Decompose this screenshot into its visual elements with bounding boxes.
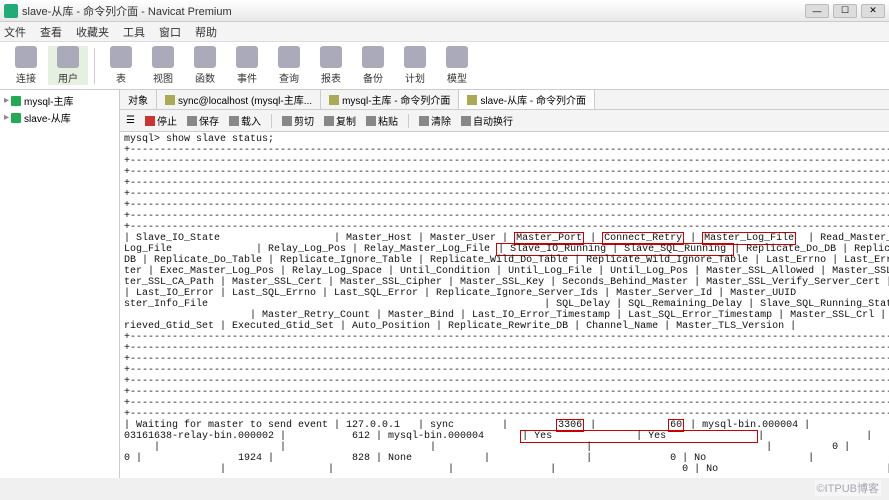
tab-objects[interactable]: 对象	[120, 90, 157, 109]
scissors-icon	[282, 116, 292, 126]
menu-file[interactable]: 文件	[4, 24, 26, 40]
report-icon	[320, 46, 342, 68]
menu-help[interactable]: 帮助	[195, 24, 217, 40]
query-icon	[278, 46, 300, 68]
fx-icon	[194, 46, 216, 68]
tab-bar: 对象 sync@localhost (mysql-主库... mysql-主库 …	[120, 90, 889, 110]
user-icon	[57, 46, 79, 68]
maximize-button[interactable]: ☐	[833, 4, 857, 18]
highlight-slave-running: | Slave_IO_Running | Slave_SQL_Running	[496, 243, 734, 256]
tree-item-slave[interactable]: ▸slave-从库	[2, 109, 117, 126]
minimize-button[interactable]: —	[805, 4, 829, 18]
divider	[408, 114, 409, 128]
chevron-right-icon: ▸	[4, 95, 9, 106]
hamburger-icon[interactable]: ☰	[126, 115, 135, 126]
app-icon	[4, 4, 18, 18]
tool-query[interactable]: 查询	[269, 46, 309, 85]
menu-fav[interactable]: 收藏夹	[76, 24, 109, 40]
highlight-yes-values: | Yes | Yes	[520, 430, 758, 443]
paste-icon	[366, 116, 376, 126]
terminal-icon	[467, 95, 477, 105]
watermark: ©ITPUB博客	[815, 480, 882, 496]
tool-user[interactable]: 用户	[48, 46, 88, 85]
menu-view[interactable]: 查看	[40, 24, 62, 40]
toolbar: 连接 用户 表 视图 函数 事件 查询 报表 备份 计划 模型	[0, 42, 889, 90]
backup-icon	[362, 46, 384, 68]
sql-console[interactable]: mysql> show slave status; +-------------…	[120, 132, 889, 478]
tab-sync[interactable]: sync@localhost (mysql-主库...	[157, 90, 321, 109]
autowrap-toggle[interactable]: 自动换行	[461, 113, 513, 128]
eye-icon	[152, 46, 174, 68]
stop-icon	[145, 116, 155, 126]
clear-button[interactable]: 清除	[419, 113, 451, 128]
calendar-icon	[404, 46, 426, 68]
event-icon	[236, 46, 258, 68]
plug-icon	[15, 46, 37, 68]
tool-view[interactable]: 视图	[143, 46, 183, 85]
stop-button[interactable]: 停止	[145, 113, 177, 128]
open-icon	[229, 116, 239, 126]
tool-func[interactable]: 函数	[185, 46, 225, 85]
menu-window[interactable]: 窗口	[159, 24, 181, 40]
tool-schedule[interactable]: 计划	[395, 46, 435, 85]
cut-button[interactable]: 剪切	[282, 113, 314, 128]
user-icon	[165, 95, 175, 105]
chevron-right-icon: ▸	[4, 112, 9, 123]
wrap-icon	[461, 116, 471, 126]
db-icon	[11, 113, 21, 123]
db-icon	[11, 96, 21, 106]
sub-toolbar: ☰ 停止 保存 载入 剪切 复制 粘贴 清除 自动换行	[120, 110, 889, 132]
save-button[interactable]: 保存	[187, 113, 219, 128]
close-button[interactable]: ✕	[861, 4, 885, 18]
tool-model[interactable]: 模型	[437, 46, 477, 85]
tool-connect[interactable]: 连接	[6, 46, 46, 85]
tree-item-master[interactable]: ▸mysql-主库	[2, 92, 117, 109]
divider	[271, 114, 272, 128]
tab-master-cli[interactable]: mysql-主库 - 命令列介面	[321, 90, 459, 109]
sidebar: ▸mysql-主库 ▸slave-从库	[0, 90, 120, 478]
window-title: slave-从库 - 命令列介面 - Navicat Premium	[22, 3, 805, 19]
copy-icon	[324, 116, 334, 126]
copy-button[interactable]: 复制	[324, 113, 356, 128]
tab-slave-cli[interactable]: slave-从库 - 命令列介面	[459, 90, 595, 109]
save-icon	[187, 116, 197, 126]
menubar: 文件 查看 收藏夹 工具 窗口 帮助	[0, 22, 889, 42]
divider	[94, 48, 95, 84]
terminal-icon	[329, 95, 339, 105]
tool-backup[interactable]: 备份	[353, 46, 393, 85]
paste-button[interactable]: 粘贴	[366, 113, 398, 128]
tool-table[interactable]: 表	[101, 46, 141, 85]
tool-event[interactable]: 事件	[227, 46, 267, 85]
eraser-icon	[419, 116, 429, 126]
load-button[interactable]: 载入	[229, 113, 261, 128]
table-icon	[110, 46, 132, 68]
model-icon	[446, 46, 468, 68]
tool-report[interactable]: 报表	[311, 46, 351, 85]
menu-tools[interactable]: 工具	[123, 24, 145, 40]
